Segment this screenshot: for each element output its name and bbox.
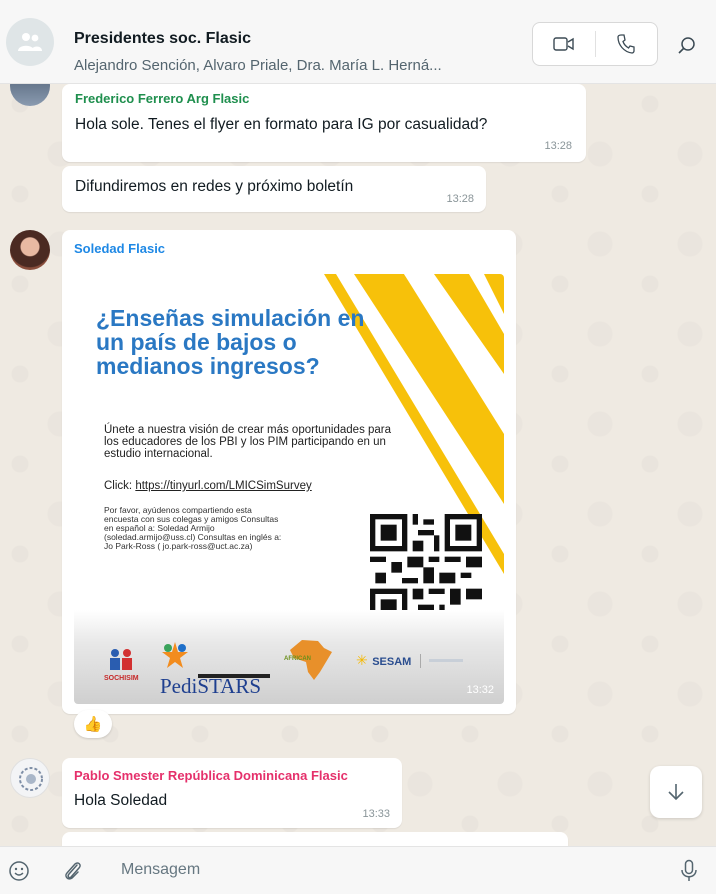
flyer-image[interactable]: ¿Enseñas simulación en un país de bajos … bbox=[74, 274, 504, 704]
logo-african: AFRICAN bbox=[284, 638, 334, 687]
thumbs-up-icon: 👍 bbox=[83, 716, 103, 733]
flyer-click-label: Click: bbox=[104, 480, 133, 492]
message-time: 13:28 bbox=[544, 140, 572, 152]
message-time: 13:28 bbox=[446, 193, 474, 205]
emoji-button[interactable] bbox=[8, 860, 30, 882]
flasic-logo-icon bbox=[19, 767, 43, 791]
video-camera-icon bbox=[553, 37, 574, 51]
chat-header: Presidentes soc. Flasic Alejandro Senció… bbox=[0, 0, 716, 84]
message-bubble[interactable]: Pablo Smester República Dominicana Flasi… bbox=[62, 758, 402, 828]
flyer-body: Únete a nuestra visión de crear más opor… bbox=[104, 424, 392, 460]
smiley-icon bbox=[9, 861, 29, 881]
message-text: Hola sole. Tenes el flyer en formato par… bbox=[75, 116, 488, 133]
message-text: Hola Soledad bbox=[74, 792, 168, 809]
scroll-down-button[interactable] bbox=[650, 766, 702, 818]
group-icon bbox=[18, 33, 42, 51]
message-list[interactable]: Frederico Ferrero Arg Flasic Hola sole. … bbox=[0, 84, 716, 846]
message-bubble[interactable]: Frederico Ferrero Arg Flasic Hola sole. … bbox=[62, 84, 586, 162]
flyer-link: Click: https://tinyurl.com/LMICSimSurvey bbox=[104, 480, 312, 492]
sender-avatar[interactable] bbox=[10, 758, 50, 798]
message-sender[interactable]: Frederico Ferrero Arg Flasic bbox=[75, 91, 249, 106]
logo-sesam: ✳ SESAM bbox=[356, 652, 464, 670]
compose-bar: Mensagem bbox=[0, 846, 716, 894]
message-sender[interactable]: Pablo Smester República Dominicana Flasi… bbox=[74, 768, 348, 783]
message-sender[interactable]: Soledad Flasic bbox=[74, 241, 165, 256]
search-button[interactable] bbox=[675, 34, 699, 58]
logo-sochisim: SOCHISIM bbox=[104, 648, 139, 682]
sponsor-logos: SOCHISIM PediSTARS AFRICAN ✳ SESAM bbox=[74, 610, 504, 704]
message-text: Difundiremos en redes y próximo boletín bbox=[75, 178, 354, 195]
voice-call-button[interactable] bbox=[596, 23, 658, 65]
search-icon bbox=[678, 37, 695, 54]
flyer-url: https://tinyurl.com/LMICSimSurvey bbox=[135, 480, 312, 492]
message-bubble[interactable]: Difundiremos en redes y próximo boletín … bbox=[62, 166, 486, 212]
call-buttons bbox=[532, 22, 658, 66]
microphone-icon bbox=[681, 859, 697, 881]
logo-pedistars: PediSTARS bbox=[160, 640, 280, 699]
group-avatar[interactable] bbox=[6, 18, 54, 66]
video-call-button[interactable] bbox=[533, 23, 595, 65]
message-bubble[interactable] bbox=[62, 832, 568, 846]
sender-avatar[interactable] bbox=[10, 84, 50, 106]
chat-participants[interactable]: Alejandro Sención, Alvaro Priale, Dra. M… bbox=[74, 57, 524, 74]
microphone-button[interactable] bbox=[680, 859, 698, 883]
message-time: 13:32 bbox=[466, 684, 494, 696]
message-input[interactable]: Mensagem bbox=[121, 861, 200, 879]
sender-avatar[interactable] bbox=[10, 230, 50, 270]
reaction-badge[interactable]: 👍 bbox=[74, 710, 112, 738]
chat-title[interactable]: Presidentes soc. Flasic bbox=[74, 30, 251, 48]
phone-icon bbox=[617, 34, 635, 54]
attach-button[interactable] bbox=[62, 859, 84, 883]
flyer-title: ¿Enseñas simulación en un país de bajos … bbox=[96, 305, 365, 379]
message-time: 13:33 bbox=[362, 808, 390, 820]
arrow-down-icon bbox=[668, 784, 684, 801]
flyer-small-print: Por favor, ayúdenos compartiendo esta en… bbox=[104, 505, 282, 551]
paperclip-icon bbox=[65, 862, 81, 880]
